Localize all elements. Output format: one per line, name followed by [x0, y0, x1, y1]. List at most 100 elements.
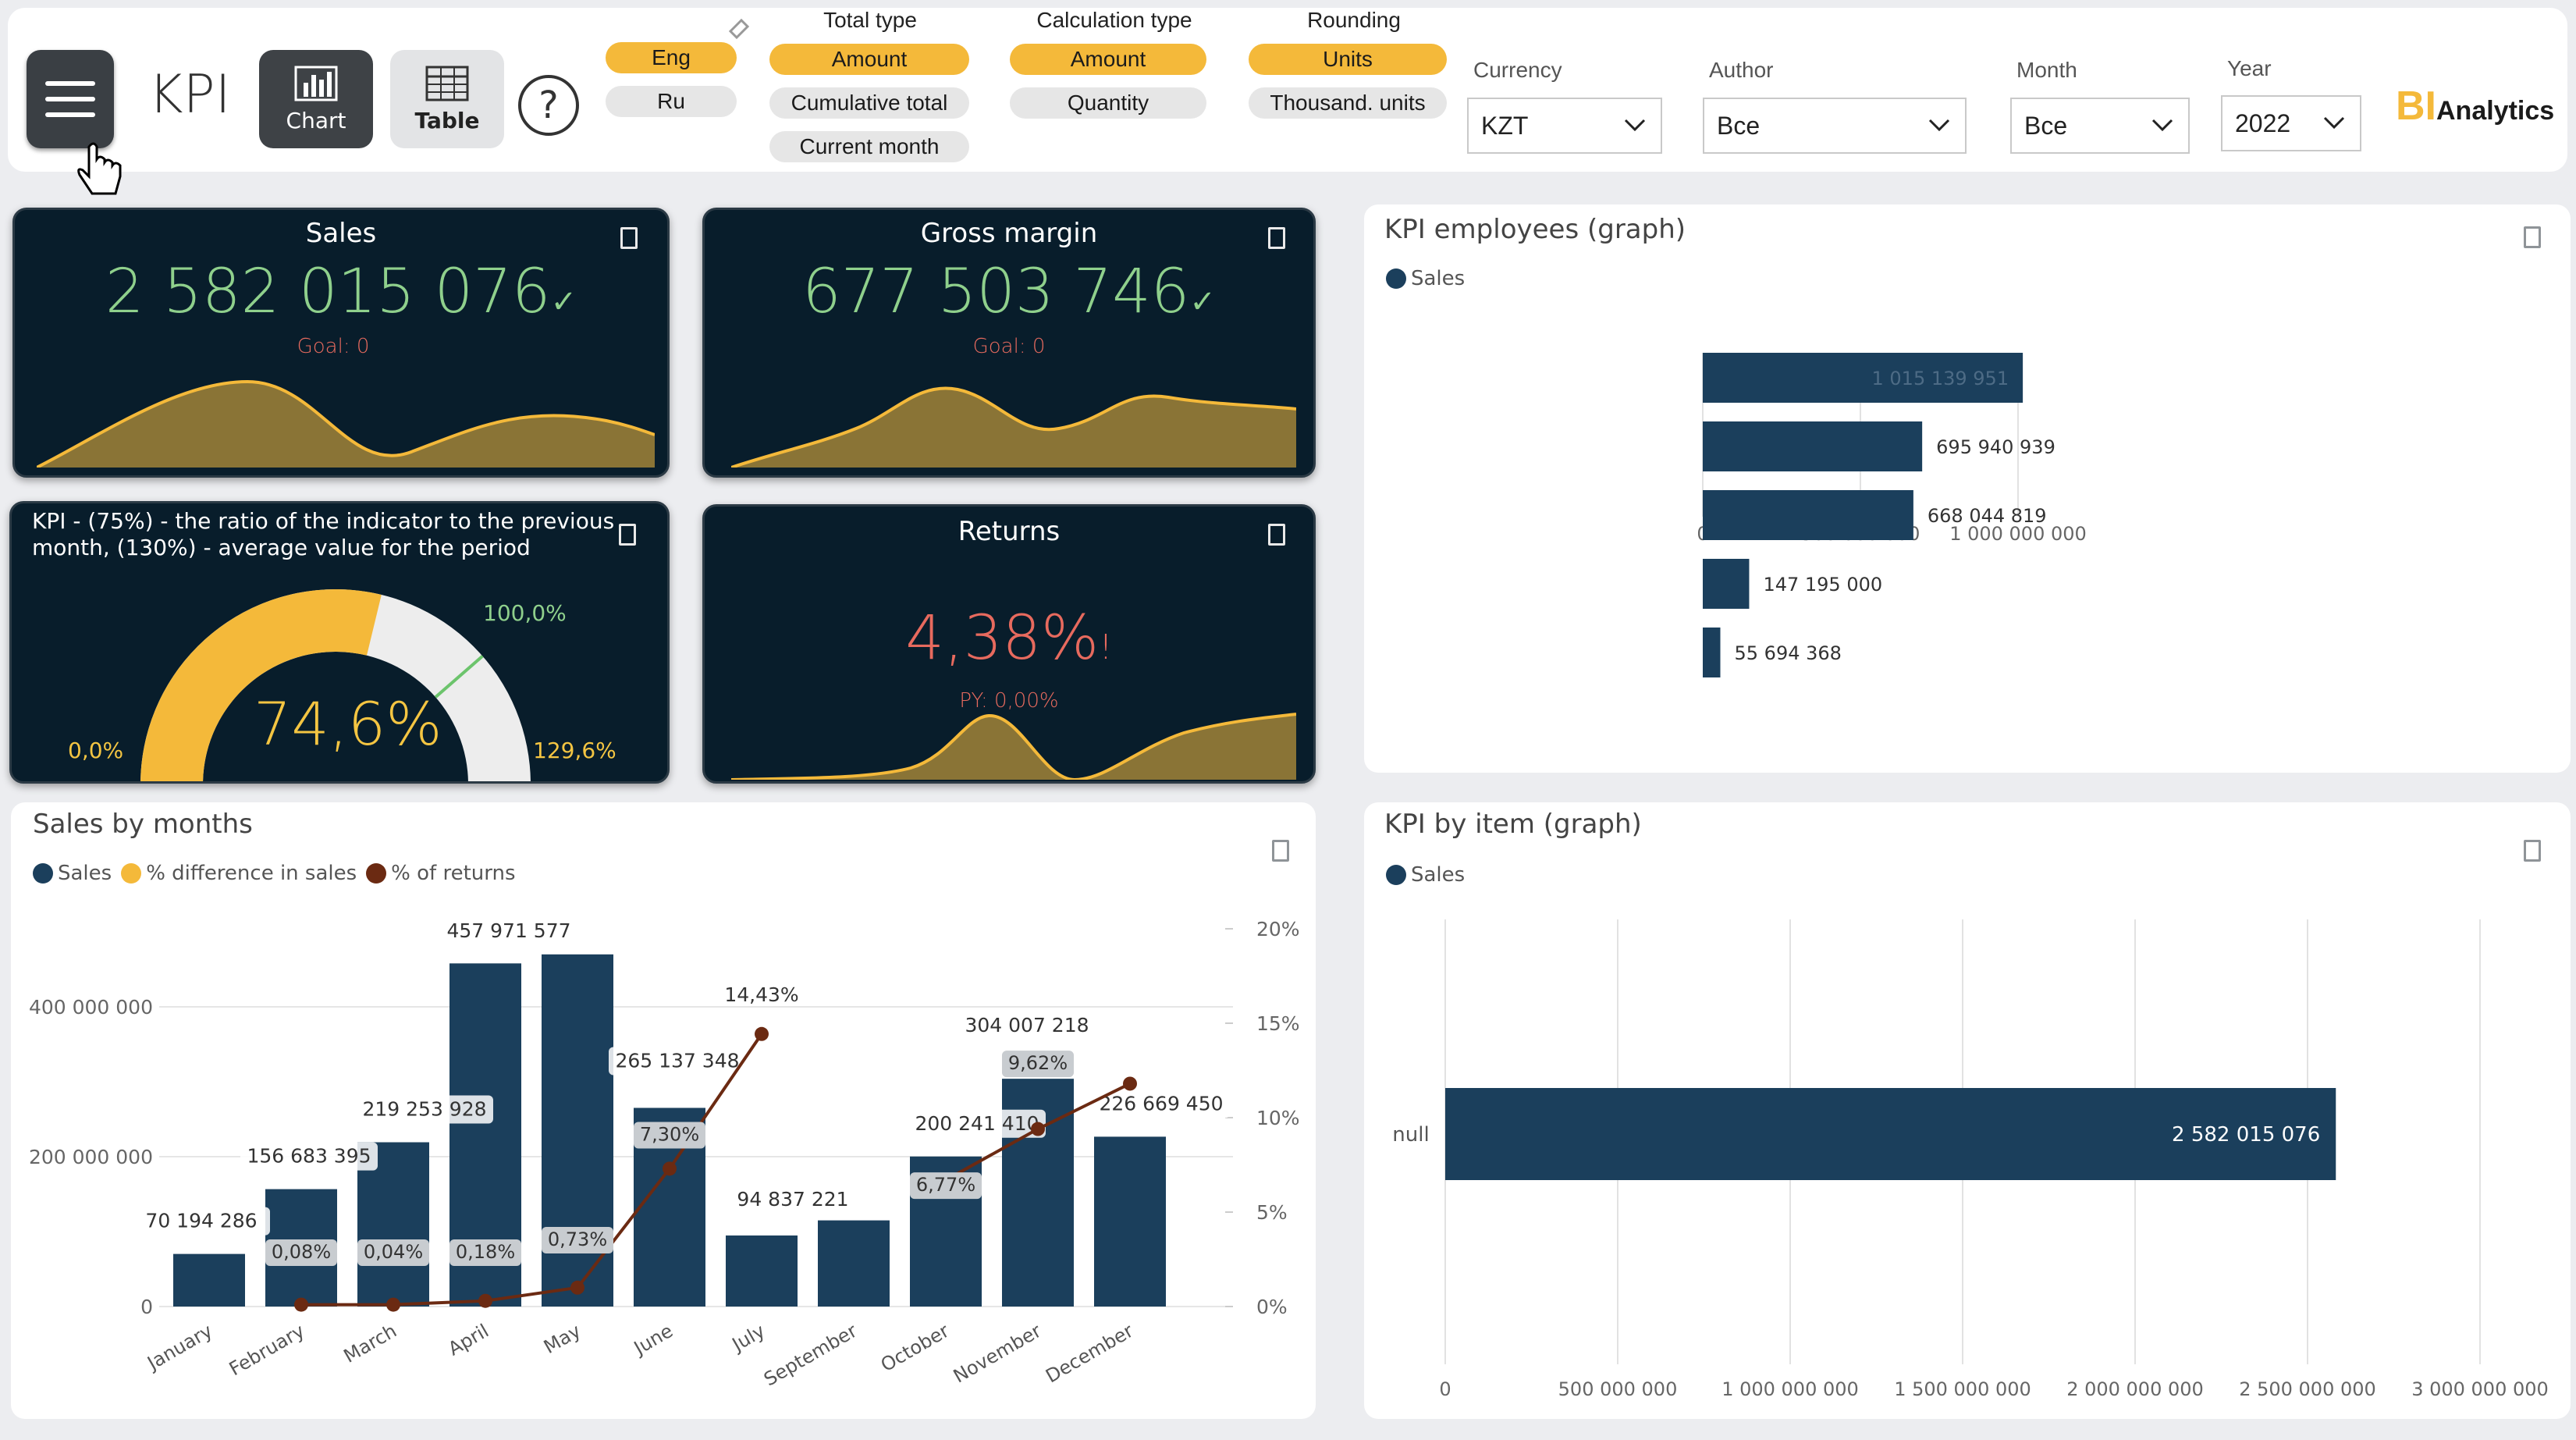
- employee-bar: [1703, 559, 1750, 609]
- bar-chart-icon: [294, 66, 338, 101]
- menu-button[interactable]: [27, 50, 114, 148]
- month-value: Все: [2024, 111, 2068, 140]
- returns-py: PY: 0,00%: [959, 689, 1059, 713]
- month-select[interactable]: Все: [2010, 98, 2190, 154]
- x-tick-label: July: [727, 1320, 769, 1356]
- x-tick-label: 0: [1439, 1378, 1451, 1400]
- kpi-gauge-title-line1: KPI - (75%) - the ratio of the indicator…: [32, 508, 615, 534]
- left-axis-label: 200 000 000: [29, 1146, 153, 1168]
- returns-card: Returns 4,38%! PY: 0,00%: [702, 504, 1316, 784]
- returns-point: [478, 1293, 492, 1308]
- rounding-thousand[interactable]: Thousand. units: [1249, 87, 1447, 119]
- author-select[interactable]: Все: [1703, 98, 1967, 154]
- x-tick-label: June: [629, 1320, 677, 1360]
- sales-bar: [818, 1220, 890, 1307]
- employee-bar: [1703, 421, 1923, 471]
- kpi-employees-chart: 0500 000 0001 000 000 0001 015 139 95169…: [1697, 353, 2087, 677]
- right-axis-label: 0%: [1256, 1296, 1288, 1318]
- sales-value-label: 94 837 221: [737, 1188, 848, 1211]
- calc-type-amount[interactable]: Amount: [1010, 44, 1206, 75]
- table-icon: [425, 66, 469, 101]
- focus-mode-icon[interactable]: [1268, 524, 1285, 546]
- x-tick-label: May: [540, 1320, 584, 1358]
- bi-analytics-logo: BIAnalytics: [2396, 83, 2554, 130]
- sales-card: Sales 2 582 015 076✓ Goal: 0: [12, 208, 670, 478]
- gross-margin-card: Gross margin 677 503 746✓ Goal: 0: [702, 208, 1316, 478]
- x-tick-label: 1 500 000 000: [1894, 1378, 2031, 1400]
- table-button-label: Table: [414, 107, 480, 133]
- hamburger-icon: [45, 81, 95, 117]
- right-axis-label: 5%: [1256, 1201, 1288, 1224]
- kpi-gauge-value: 74,6%: [254, 689, 442, 759]
- diff-value-label: 6,77%: [916, 1174, 975, 1196]
- diff-value-label: 7,30%: [640, 1123, 699, 1145]
- diff-value-label: 0,08%: [272, 1241, 331, 1263]
- sales-value-label: 200 241 410: [915, 1112, 1039, 1135]
- help-button[interactable]: ?: [518, 75, 579, 136]
- chart-view-button[interactable]: Chart: [259, 50, 373, 148]
- focus-mode-icon[interactable]: [620, 227, 638, 249]
- kpi-by-item-chart: 0 500 000 000 1 000 000 000 1 500 000 000 2 …: [1392, 919, 2549, 1400]
- sales-value-label: 219 253 928: [362, 1098, 486, 1121]
- sales-bar: [1094, 1136, 1166, 1307]
- kpi-gauge-target: 100,0%: [483, 600, 567, 626]
- author-value: Все: [1717, 111, 1761, 140]
- sales-value-label: 265 137 348: [615, 1049, 739, 1072]
- rounding-units[interactable]: Units: [1249, 44, 1447, 75]
- x-tick-label: 3 000 000 000: [2411, 1378, 2549, 1400]
- kpi-gauge-min: 0,0%: [68, 738, 124, 763]
- diff-value-label: 0,73%: [548, 1228, 607, 1250]
- lang-eng-pill[interactable]: Eng: [606, 42, 737, 73]
- total-type-cumulative[interactable]: Cumulative total: [769, 87, 969, 119]
- calc-type-quantity[interactable]: Quantity: [1010, 87, 1206, 119]
- bar-value-label: 2 582 015 076: [2172, 1123, 2320, 1147]
- year-select[interactable]: 2022: [2221, 95, 2361, 151]
- bar-value-label: 695 940 939: [1936, 436, 2055, 458]
- returns-point: [294, 1297, 308, 1312]
- hand-cursor-icon: [77, 142, 122, 195]
- kpi-gauge-max: 129,6%: [533, 738, 616, 763]
- returns-point: [663, 1161, 677, 1176]
- x-tick-label: 500 000 000: [1558, 1378, 1678, 1400]
- returns-point: [755, 1026, 769, 1041]
- gross-margin-goal: Goal: 0: [972, 335, 1046, 358]
- returns-number: 4,38%: [905, 603, 1100, 674]
- sales-bar: [173, 1253, 245, 1307]
- total-type-current-month[interactable]: Current month: [769, 131, 969, 162]
- chevron-down-icon: [1624, 119, 1646, 132]
- returns-value: 4,38%!: [705, 603, 1313, 674]
- check-icon: ✓: [1189, 284, 1216, 320]
- sales-value-number: 2 582 015 076: [105, 257, 551, 327]
- table-view-button[interactable]: Table: [390, 50, 504, 148]
- right-axis-label: 15%: [1256, 1012, 1300, 1035]
- gross-margin-value: 677 503 746✓: [705, 257, 1313, 327]
- currency-select[interactable]: KZT: [1467, 98, 1662, 154]
- focus-mode-icon[interactable]: [619, 524, 636, 546]
- logo-bi: BI: [2396, 84, 2436, 129]
- chevron-down-icon: [1928, 119, 1950, 132]
- employee-bar: [1703, 490, 1913, 540]
- calc-type-title: Calculation type: [1036, 8, 1192, 32]
- x-tick-label: 2 500 000 000: [2239, 1378, 2376, 1400]
- rounding-title: Rounding: [1307, 8, 1401, 32]
- eraser-icon[interactable]: [726, 14, 752, 41]
- x-tick-label: October: [877, 1320, 953, 1376]
- kpi-gauge-card: KPI - (75%) - the ratio of the indicator…: [9, 501, 670, 784]
- bar-value-label: 147 195 000: [1763, 574, 1882, 596]
- gross-margin-number: 677 503 746: [802, 257, 1190, 327]
- lang-ru-pill[interactable]: Ru: [606, 86, 737, 117]
- diff-value-label: 0,18%: [456, 1241, 515, 1263]
- sales-value: 2 582 015 076✓: [15, 257, 667, 327]
- x-tick-label: March: [340, 1320, 400, 1367]
- chevron-down-icon: [2151, 119, 2173, 132]
- bar-value-label: 55 694 368: [1735, 642, 1842, 664]
- total-type-amount[interactable]: Amount: [769, 44, 969, 75]
- sales-value-label: 304 007 218: [965, 1014, 1089, 1036]
- bar-value-label: 668 044 819: [1928, 505, 2047, 527]
- sales-sparkline: [37, 379, 655, 468]
- focus-mode-icon[interactable]: [1268, 227, 1285, 249]
- sales-by-months-chart: 0 200 000 000 400 000 000 0% 5% 10% 15% 20% Janu…: [29, 916, 1300, 1391]
- currency-label: Currency: [1473, 58, 1562, 82]
- sales-by-months-panel: Sales by months Sales % difference in sa…: [11, 802, 1316, 1419]
- right-axis-label: 10%: [1256, 1107, 1300, 1129]
